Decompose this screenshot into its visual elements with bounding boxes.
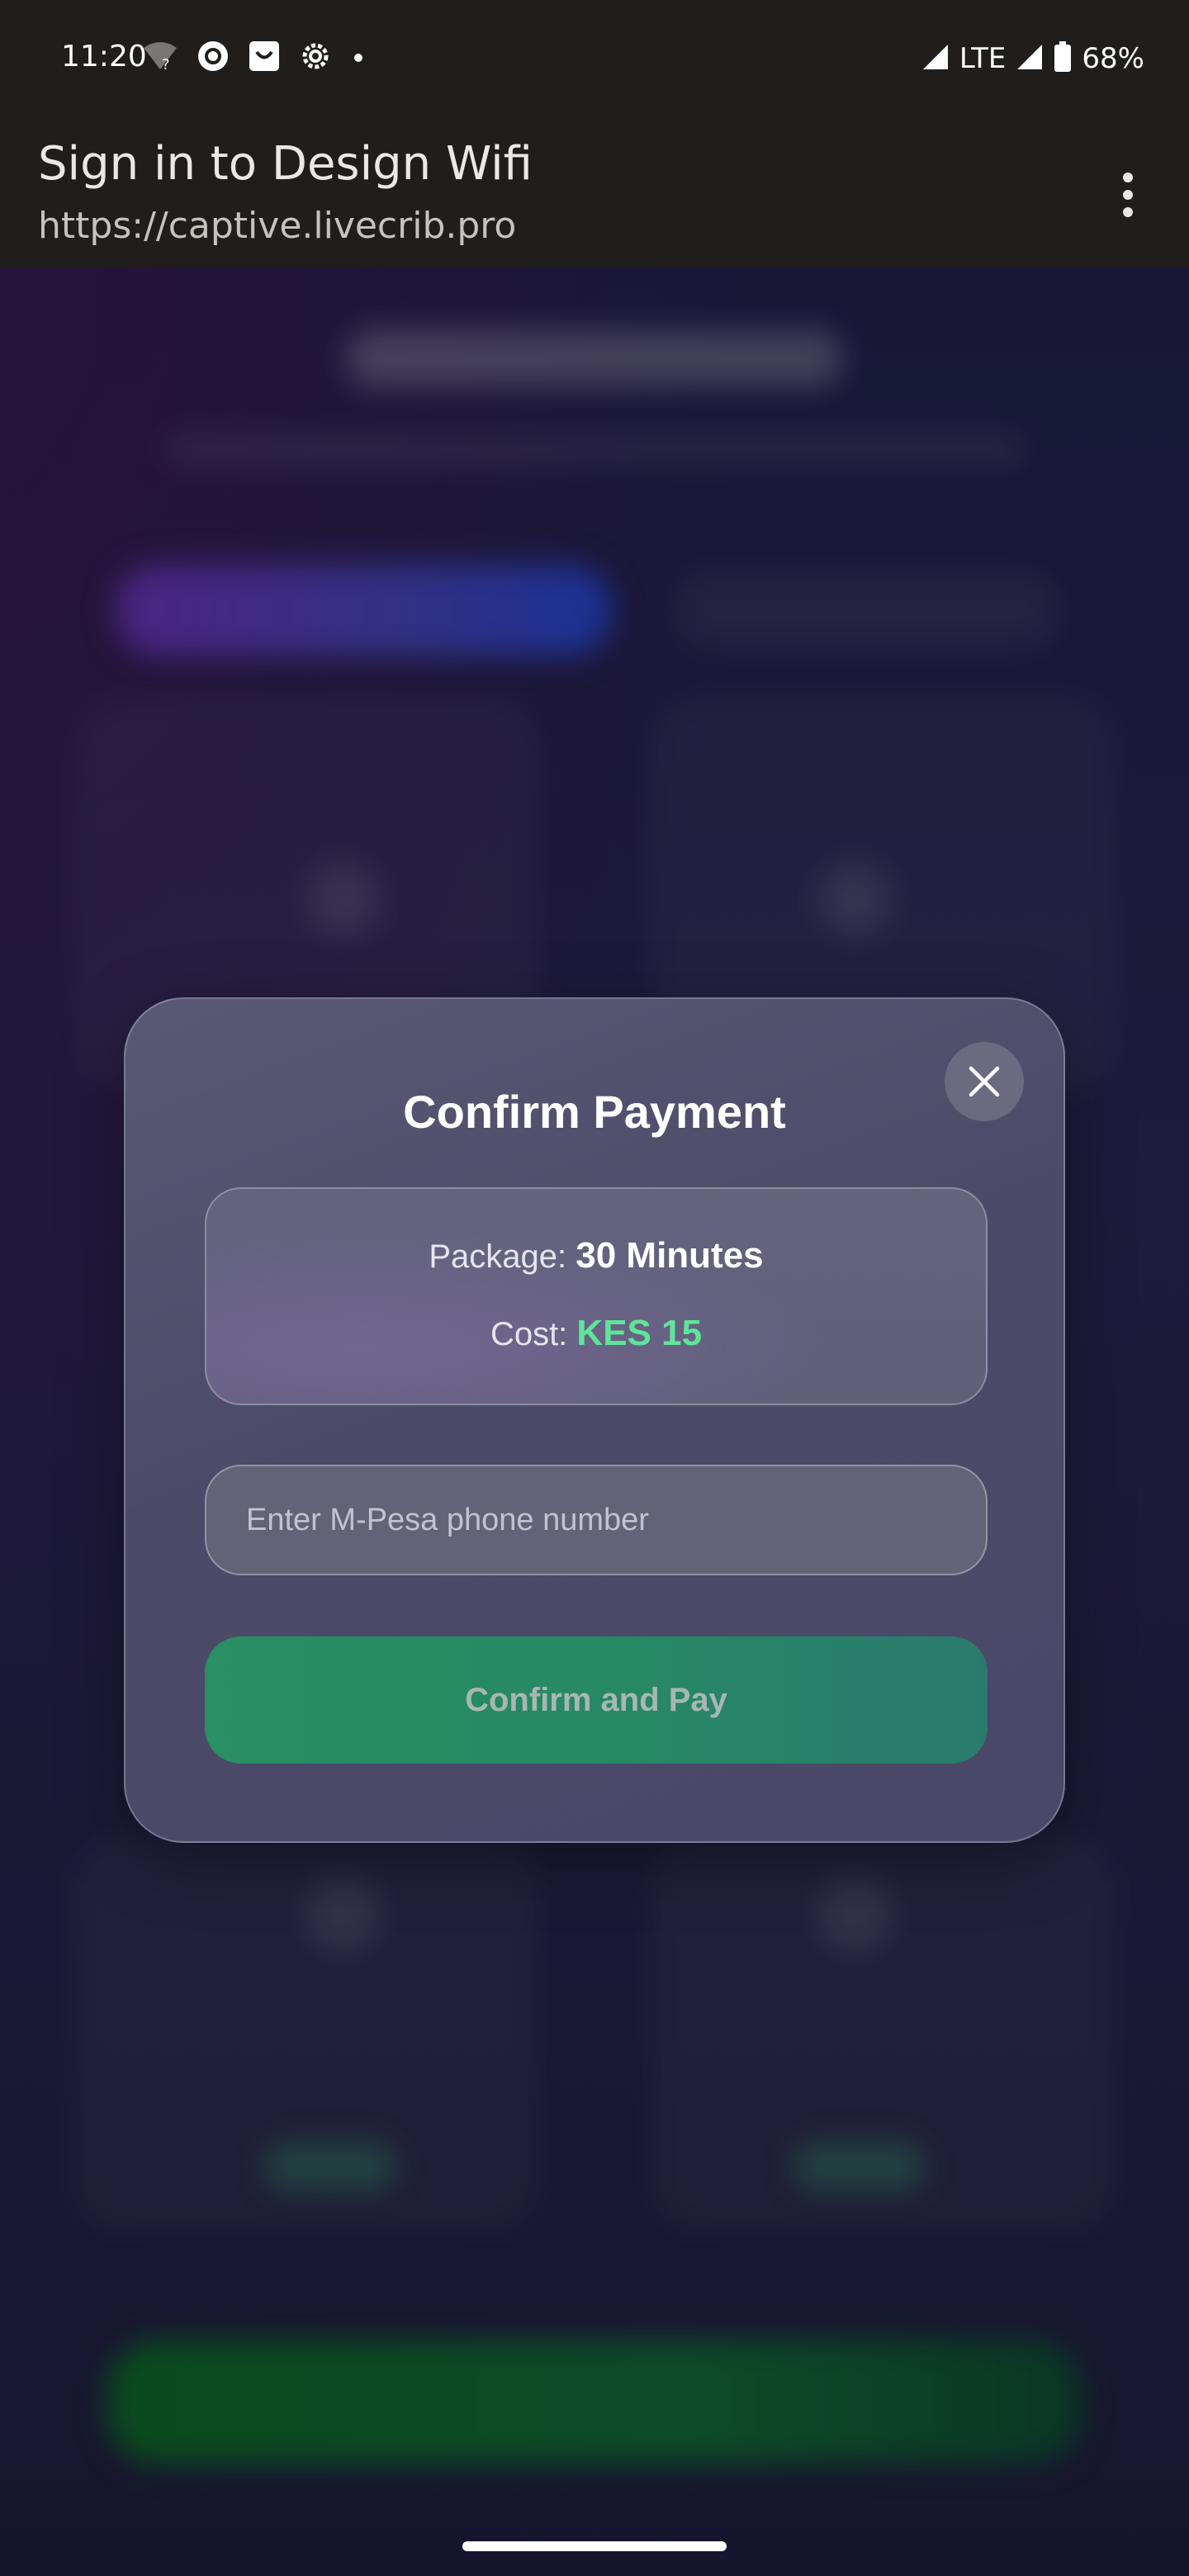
gear-icon (299, 40, 332, 77)
dot-icon (350, 40, 367, 77)
confirm-and-pay-button[interactable]: Confirm and Pay (205, 1636, 988, 1764)
screen: 11:20 ? LTE 68% Sign in to Design Wifi h… (0, 0, 1189, 2576)
modal-title: Confirm Payment (403, 1086, 786, 1138)
status-icons-left: ? (142, 40, 367, 77)
package-row: Package: 30 Minutes (206, 1235, 986, 1276)
page-title: Sign in to Design Wifi (38, 137, 533, 191)
home-indicator[interactable] (462, 2541, 727, 2551)
package-label: Package: (429, 1238, 576, 1275)
confirm-payment-modal: Confirm Payment Package: 30 Minutes Cost… (124, 997, 1065, 1843)
signal-icon (921, 43, 950, 75)
captive-portal-title-bar: Sign in to Design Wifi https://captive.l… (0, 119, 1189, 268)
cost-value: KES 15 (576, 1313, 703, 1353)
cost-row: Cost: KES 15 (206, 1313, 986, 1354)
cost-label: Cost: (490, 1316, 577, 1352)
circle-o-icon (197, 40, 230, 77)
signal-icon (1016, 43, 1044, 75)
package-value: 30 Minutes (576, 1235, 764, 1276)
status-icons-right: LTE 68% (921, 40, 1144, 78)
battery-icon (1054, 40, 1072, 77)
wifi-question-icon: ? (142, 40, 178, 77)
more-vert-icon[interactable] (1103, 162, 1153, 228)
mpesa-phone-input[interactable] (205, 1465, 988, 1575)
page-url: https://captive.livecrib.pro (38, 205, 517, 247)
smile-box-icon (248, 40, 281, 77)
payment-summary: Package: 30 Minutes Cost: KES 15 (205, 1187, 988, 1405)
status-time: 11:20 (61, 40, 147, 73)
battery-level: 68% (1082, 42, 1144, 75)
network-type: LTE (959, 42, 1007, 75)
svg-text:?: ? (162, 56, 170, 73)
status-bar: 11:20 ? LTE 68% (0, 0, 1189, 119)
